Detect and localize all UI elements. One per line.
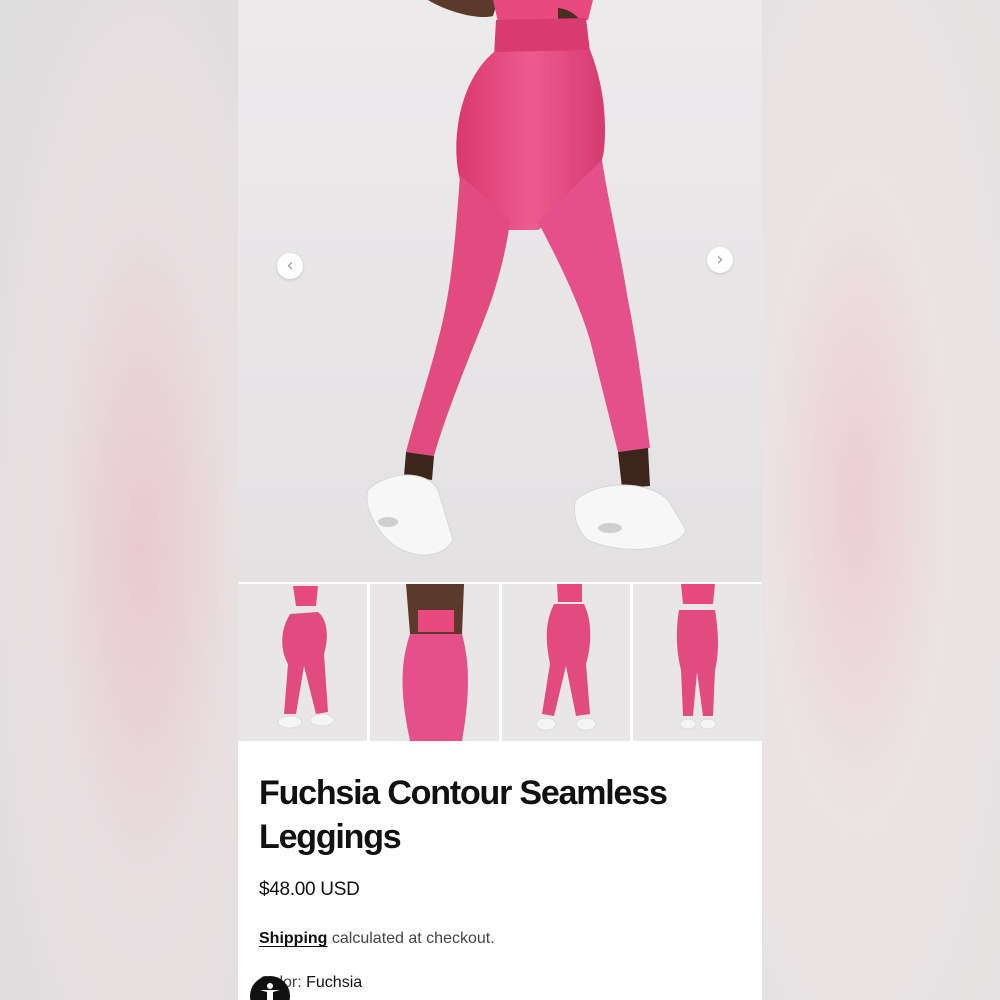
thumbnail-4[interactable] (633, 584, 762, 741)
shipping-text: calculated at checkout. (327, 930, 495, 947)
gallery-next-button[interactable]: › (707, 247, 733, 273)
thumbnail-strip (238, 584, 762, 741)
product-page: ‹ › Fuchsia Contour Seamless Leggings $4… (238, 0, 762, 1000)
thumbnail-1[interactable] (238, 584, 367, 741)
shipping-note: Shipping calculated at checkout. (259, 930, 495, 948)
chevron-right-icon: › (716, 249, 724, 270)
thumbnail-2[interactable] (369, 584, 499, 741)
chevron-left-icon: ‹ (286, 255, 294, 276)
product-title: Fuchsia Contour Seamless Leggings (259, 774, 668, 856)
thumbnail-3[interactable] (501, 584, 631, 741)
background-blur-right (762, 0, 1000, 1000)
color-value: Fuchsia (301, 974, 363, 991)
product-main-image: ‹ › (238, 0, 762, 582)
accessibility-icon (260, 983, 280, 1000)
product-price: $48.00 USD (259, 879, 360, 900)
shipping-link[interactable]: Shipping (259, 930, 327, 947)
gallery-prev-button[interactable]: ‹ (277, 253, 303, 279)
background-blur-left (0, 0, 238, 1000)
leggings-model-illustration (366, 0, 687, 556)
